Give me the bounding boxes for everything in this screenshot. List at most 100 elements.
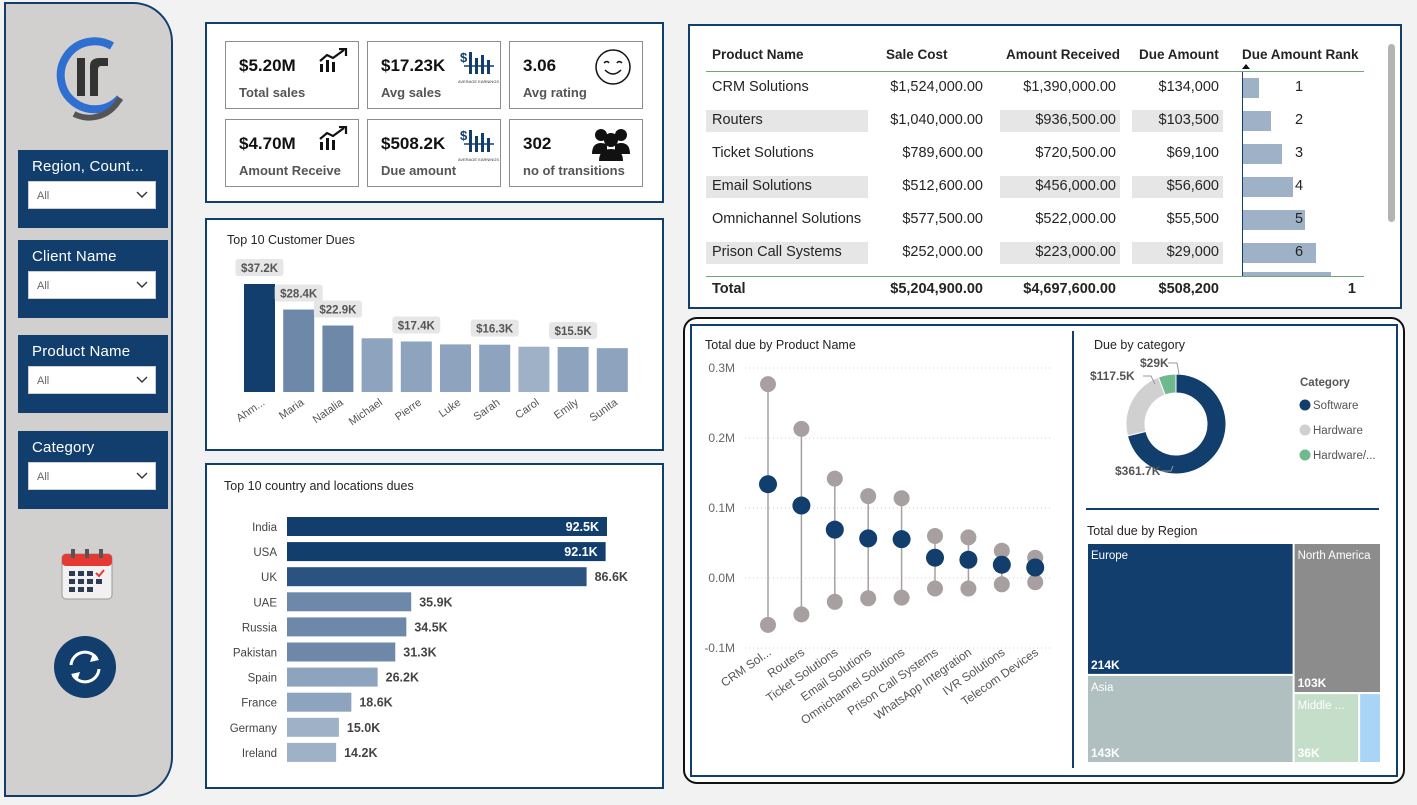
point-due [859, 529, 878, 548]
legend-label: Hardware/... [1313, 450, 1376, 462]
cell-received: $456,000.00 [1035, 178, 1116, 194]
customer-bar [479, 344, 511, 392]
country-data-label: 34.5K [414, 620, 447, 634]
table-scrollbar[interactable] [1388, 44, 1395, 222]
region-treemap: Europe 214K North America 103K Asia 143K Middl… [1088, 544, 1380, 762]
region-dropdown-value: All [37, 190, 50, 202]
point-due [959, 550, 978, 569]
cell-rank: 4 [1295, 178, 1304, 194]
svg-text:$: $ [460, 50, 468, 65]
slicer-client-title: Client Name [32, 248, 117, 265]
point-low [960, 580, 977, 597]
treemap-tile [1088, 544, 1293, 674]
cell-sale-cost: $252,000.00 [902, 244, 983, 260]
point-high [927, 528, 943, 544]
country-axis-label: France [241, 698, 277, 710]
donut-data-label: $361.7K [1115, 464, 1161, 478]
point-due [926, 548, 944, 567]
refresh-icon[interactable] [53, 635, 117, 699]
col-header-due-amount[interactable]: Due Amount [1139, 47, 1219, 62]
kpi-label: Avg sales [381, 85, 442, 100]
chevron-down-icon [136, 376, 148, 383]
cell-rank: 1 [1295, 79, 1304, 95]
kpi-label: Due amount [381, 163, 457, 178]
customer-axis-label: Michael [347, 397, 385, 429]
point-high [860, 488, 877, 505]
cell-rank: 5 [1295, 211, 1304, 227]
slicer-product-title: Product Name [32, 343, 131, 360]
point-due [792, 496, 811, 515]
cell-sale-cost: $789,600.00 [902, 145, 983, 161]
customer-bar [244, 284, 275, 392]
total-received: $4,697,600.00 [1023, 281, 1116, 297]
country-bar [287, 717, 339, 737]
customer-bar [361, 338, 393, 392]
total-sale-cost: $5,204,900.00 [890, 281, 983, 297]
cell-due: $56,600 [1166, 178, 1219, 194]
slicer-category: Category All [18, 431, 168, 509]
point-low [1027, 574, 1044, 591]
product-table-panel: Product Name Sale Cost Amount Received D… [688, 24, 1402, 309]
client-dropdown[interactable]: All [28, 271, 156, 299]
customer-data-label: $37.2K [241, 263, 279, 275]
country-bar [287, 692, 352, 712]
customer-data-label: $15.5K [555, 326, 593, 338]
country-dues-panel: Top 10 country and locations dues India 9… [205, 463, 664, 789]
rank-bar [1243, 243, 1316, 263]
customer-axis-label: Carol [513, 397, 541, 422]
cell-received: $720,500.00 [1035, 145, 1116, 161]
country-axis-label: Russia [242, 622, 278, 634]
product-dropdown[interactable]: All [28, 366, 156, 394]
country-bar [287, 542, 606, 562]
cell-rank: 3 [1295, 145, 1304, 161]
total-divider [706, 276, 1364, 277]
treemap-label: Europe [1091, 550, 1128, 562]
country-axis-label: USA [253, 547, 277, 559]
country-bar [287, 567, 587, 587]
col-header-sale-cost[interactable]: Sale Cost [886, 47, 948, 62]
customer-dues-panel: Top 10 Customer Dues $37.2K Ahm... $28.4K M… [205, 218, 664, 451]
treemap-tile [1360, 694, 1380, 762]
legend-marker [1299, 399, 1311, 411]
y-tick-label: 0.0M [708, 571, 735, 585]
point-high [793, 420, 810, 437]
country-bar [287, 742, 337, 762]
customer-axis-label: Luke [437, 397, 463, 421]
sort-ascending-icon[interactable] [1241, 62, 1251, 70]
slicer-product: Product Name All [18, 335, 168, 413]
cell-rank: 6 [1295, 244, 1304, 260]
col-header-product[interactable]: Product Name [712, 47, 804, 62]
point-low [927, 580, 943, 597]
cell-name: Ticket Solutions [712, 145, 814, 161]
legend-label: Hardware [1313, 425, 1363, 437]
chevron-down-icon [136, 281, 148, 288]
kpi-label: no of transitions [523, 163, 625, 178]
cell-due: $103,500 [1158, 112, 1219, 128]
country-data-label: 14.2K [344, 746, 377, 760]
cell-sale-cost: $1,524,000.00 [890, 79, 983, 95]
country-dues-title: Top 10 country and locations dues [224, 479, 414, 493]
category-title: Due by category [1094, 338, 1186, 352]
kpi-value: $508.2K [381, 134, 446, 153]
kpi-avg-sales: $17.23K Avg sales $ AVERAGE EARNINGS [367, 41, 501, 109]
sidebar: Region, Count... All Client Name All Pro… [4, 2, 173, 797]
donut-leader-line [1168, 362, 1180, 375]
people-icon [592, 129, 630, 161]
point-high [893, 490, 910, 507]
cell-name: Email Solutions [712, 178, 812, 194]
kpi-total-sales: $5.20M Total sales [225, 41, 359, 109]
treemap-label: Asia [1091, 682, 1114, 694]
customer-bar [283, 309, 315, 392]
category-dropdown[interactable]: All [28, 462, 156, 490]
trend-up-icon [319, 48, 348, 72]
col-header-amount-received[interactable]: Amount Received [1006, 47, 1120, 62]
calendar-icon[interactable] [59, 546, 115, 602]
analysis-panel: Total due by Product Name 0.3M 0.2M 0.1M 0.… [683, 317, 1405, 784]
region-dropdown[interactable]: All [28, 181, 156, 209]
cell-received: $1,390,000.00 [1023, 79, 1116, 95]
col-header-due-rank[interactable]: Due Amount Rank [1242, 47, 1359, 62]
kpi-value: $17.23K [381, 56, 446, 75]
treemap-value: 214K [1091, 658, 1120, 672]
category-donut-chart: $361.7K $117.5K $29K Category Software Hardwa… [1090, 356, 1376, 478]
point-due [825, 520, 844, 539]
